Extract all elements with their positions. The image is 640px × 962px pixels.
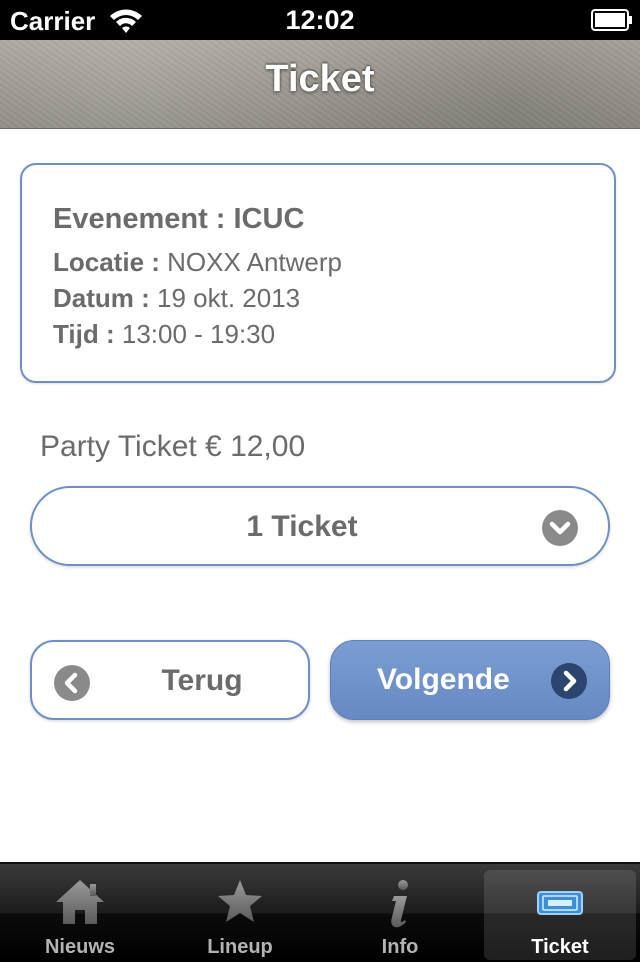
back-button-label: Terug: [161, 664, 243, 697]
page-title: Ticket: [265, 58, 375, 100]
tab-nieuws[interactable]: Nieuws: [0, 864, 160, 962]
event-time-row: Tijd : 13:00 - 19:30: [53, 319, 275, 350]
tab-label: Lineup: [207, 936, 273, 958]
ticket-price-label: Party Ticket € 12,00: [40, 430, 306, 463]
ticket-quantity-select[interactable]: 1 Ticket: [30, 486, 610, 566]
event-location-row: Locatie : NOXX Antwerp: [53, 247, 342, 278]
navigation-bar: Ticket: [0, 40, 640, 129]
tab-label: Nieuws: [44, 936, 116, 958]
time-label: Tijd :: [53, 319, 115, 349]
tab-label: Info: [381, 936, 419, 958]
status-bar: Carrier 12:02: [0, 0, 640, 40]
chevron-down-icon: [542, 510, 578, 546]
time-value: 13:00 - 19:30: [121, 319, 276, 349]
date-value: 19 okt. 2013: [157, 283, 301, 313]
event-date-row: Datum : 19 okt. 2013: [53, 283, 300, 314]
location-label: Locatie :: [53, 247, 160, 277]
tab-ticket[interactable]: Ticket: [480, 864, 640, 962]
star-icon: [218, 880, 262, 922]
next-button[interactable]: Volgende: [330, 640, 610, 720]
selected-quantity: 1 Ticket: [246, 510, 358, 543]
house-icon: [56, 880, 104, 924]
tab-info[interactable]: Info: [320, 864, 480, 962]
chevron-left-icon: [54, 665, 90, 701]
chevron-right-icon: [551, 663, 587, 699]
ticket-icon: [537, 891, 583, 915]
event-info-card: Evenement : ICUC Locatie : NOXX Antwerp …: [20, 163, 616, 383]
back-button[interactable]: Terug: [30, 640, 310, 720]
battery-icon: [591, 9, 632, 31]
next-button-label: Volgende: [377, 663, 510, 696]
tab-lineup[interactable]: Lineup: [160, 864, 320, 962]
date-label: Datum :: [53, 283, 150, 313]
location-value: NOXX Antwerp: [167, 247, 343, 277]
status-clock: 12:02: [285, 5, 355, 35]
event-name: Evenement : ICUC: [53, 203, 305, 235]
tab-bar: Nieuws Lineup Info Ticket: [0, 862, 640, 962]
info-icon: [391, 880, 408, 928]
tab-label: Ticket: [531, 936, 589, 958]
